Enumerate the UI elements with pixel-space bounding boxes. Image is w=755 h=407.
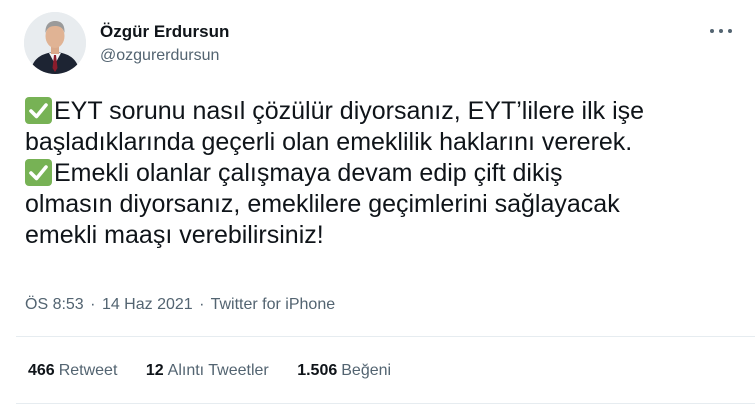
more-options-icon[interactable] — [710, 26, 732, 36]
tweet-line-text: Emekli olanlar çalışmaya devam edip çift… — [54, 159, 563, 187]
tweet-line: Emekli olanlar çalışmaya devam edip çift… — [25, 158, 745, 189]
likes-stat[interactable]: 1.506 Beğeni — [297, 362, 391, 379]
tweet-line: emekli maaşı verebilirsiniz! — [25, 221, 324, 249]
tweet-source[interactable]: Twitter for iPhone — [211, 296, 336, 313]
retweets-label: Retweet — [58, 362, 118, 379]
likes-label: Beğeni — [341, 362, 392, 379]
likes-count: 1.506 — [297, 362, 338, 379]
quotes-stat[interactable]: 12 Alıntı Tweetler — [146, 362, 269, 379]
tweet-line-text: EYT sorunu nasıl çözülür diyorsanız, EYT… — [54, 97, 645, 125]
divider — [16, 403, 755, 404]
tweet-date[interactable]: 14 Haz 2021 — [102, 296, 193, 313]
dot-icon — [710, 29, 714, 33]
quotes-count: 12 — [145, 362, 164, 379]
author-handle[interactable]: @ozgurerdursun — [100, 47, 219, 65]
retweets-count: 466 — [28, 362, 55, 379]
tweet-card: Özgür Erdursun @ozgurerdursun EYT sorunu… — [0, 0, 755, 407]
dot-icon — [719, 29, 723, 33]
retweets-stat[interactable]: 466 Retweet — [28, 362, 117, 379]
tweet-line: başladıklarında geçerli olan emeklilik h… — [25, 128, 633, 156]
quotes-label: Alıntı Tweetler — [167, 362, 269, 379]
separator: · — [90, 296, 96, 313]
tweet-meta: ÖS 8:53 · 14 Haz 2021 · Twitter for iPho… — [25, 296, 335, 314]
tweet-line: EYT sorunu nasıl çözülür diyorsanız, EYT… — [25, 96, 745, 127]
author-name[interactable]: Özgür Erdursun — [100, 22, 229, 42]
divider — [16, 336, 755, 337]
check-mark-icon — [25, 159, 52, 186]
dot-icon — [728, 29, 732, 33]
separator: · — [199, 296, 205, 313]
tweet-line: olmasın diyorsanız, emeklilere geçimleri… — [25, 190, 620, 218]
tweet-stats: 466 Retweet 12 Alıntı Tweetler 1.506 Beğeni — [28, 362, 415, 380]
check-mark-icon — [25, 97, 52, 124]
tweet-text: EYT sorunu nasıl çözülür diyorsanız, EYT… — [25, 96, 745, 251]
avatar[interactable] — [24, 12, 86, 74]
tweet-time[interactable]: ÖS 8:53 — [25, 296, 84, 313]
